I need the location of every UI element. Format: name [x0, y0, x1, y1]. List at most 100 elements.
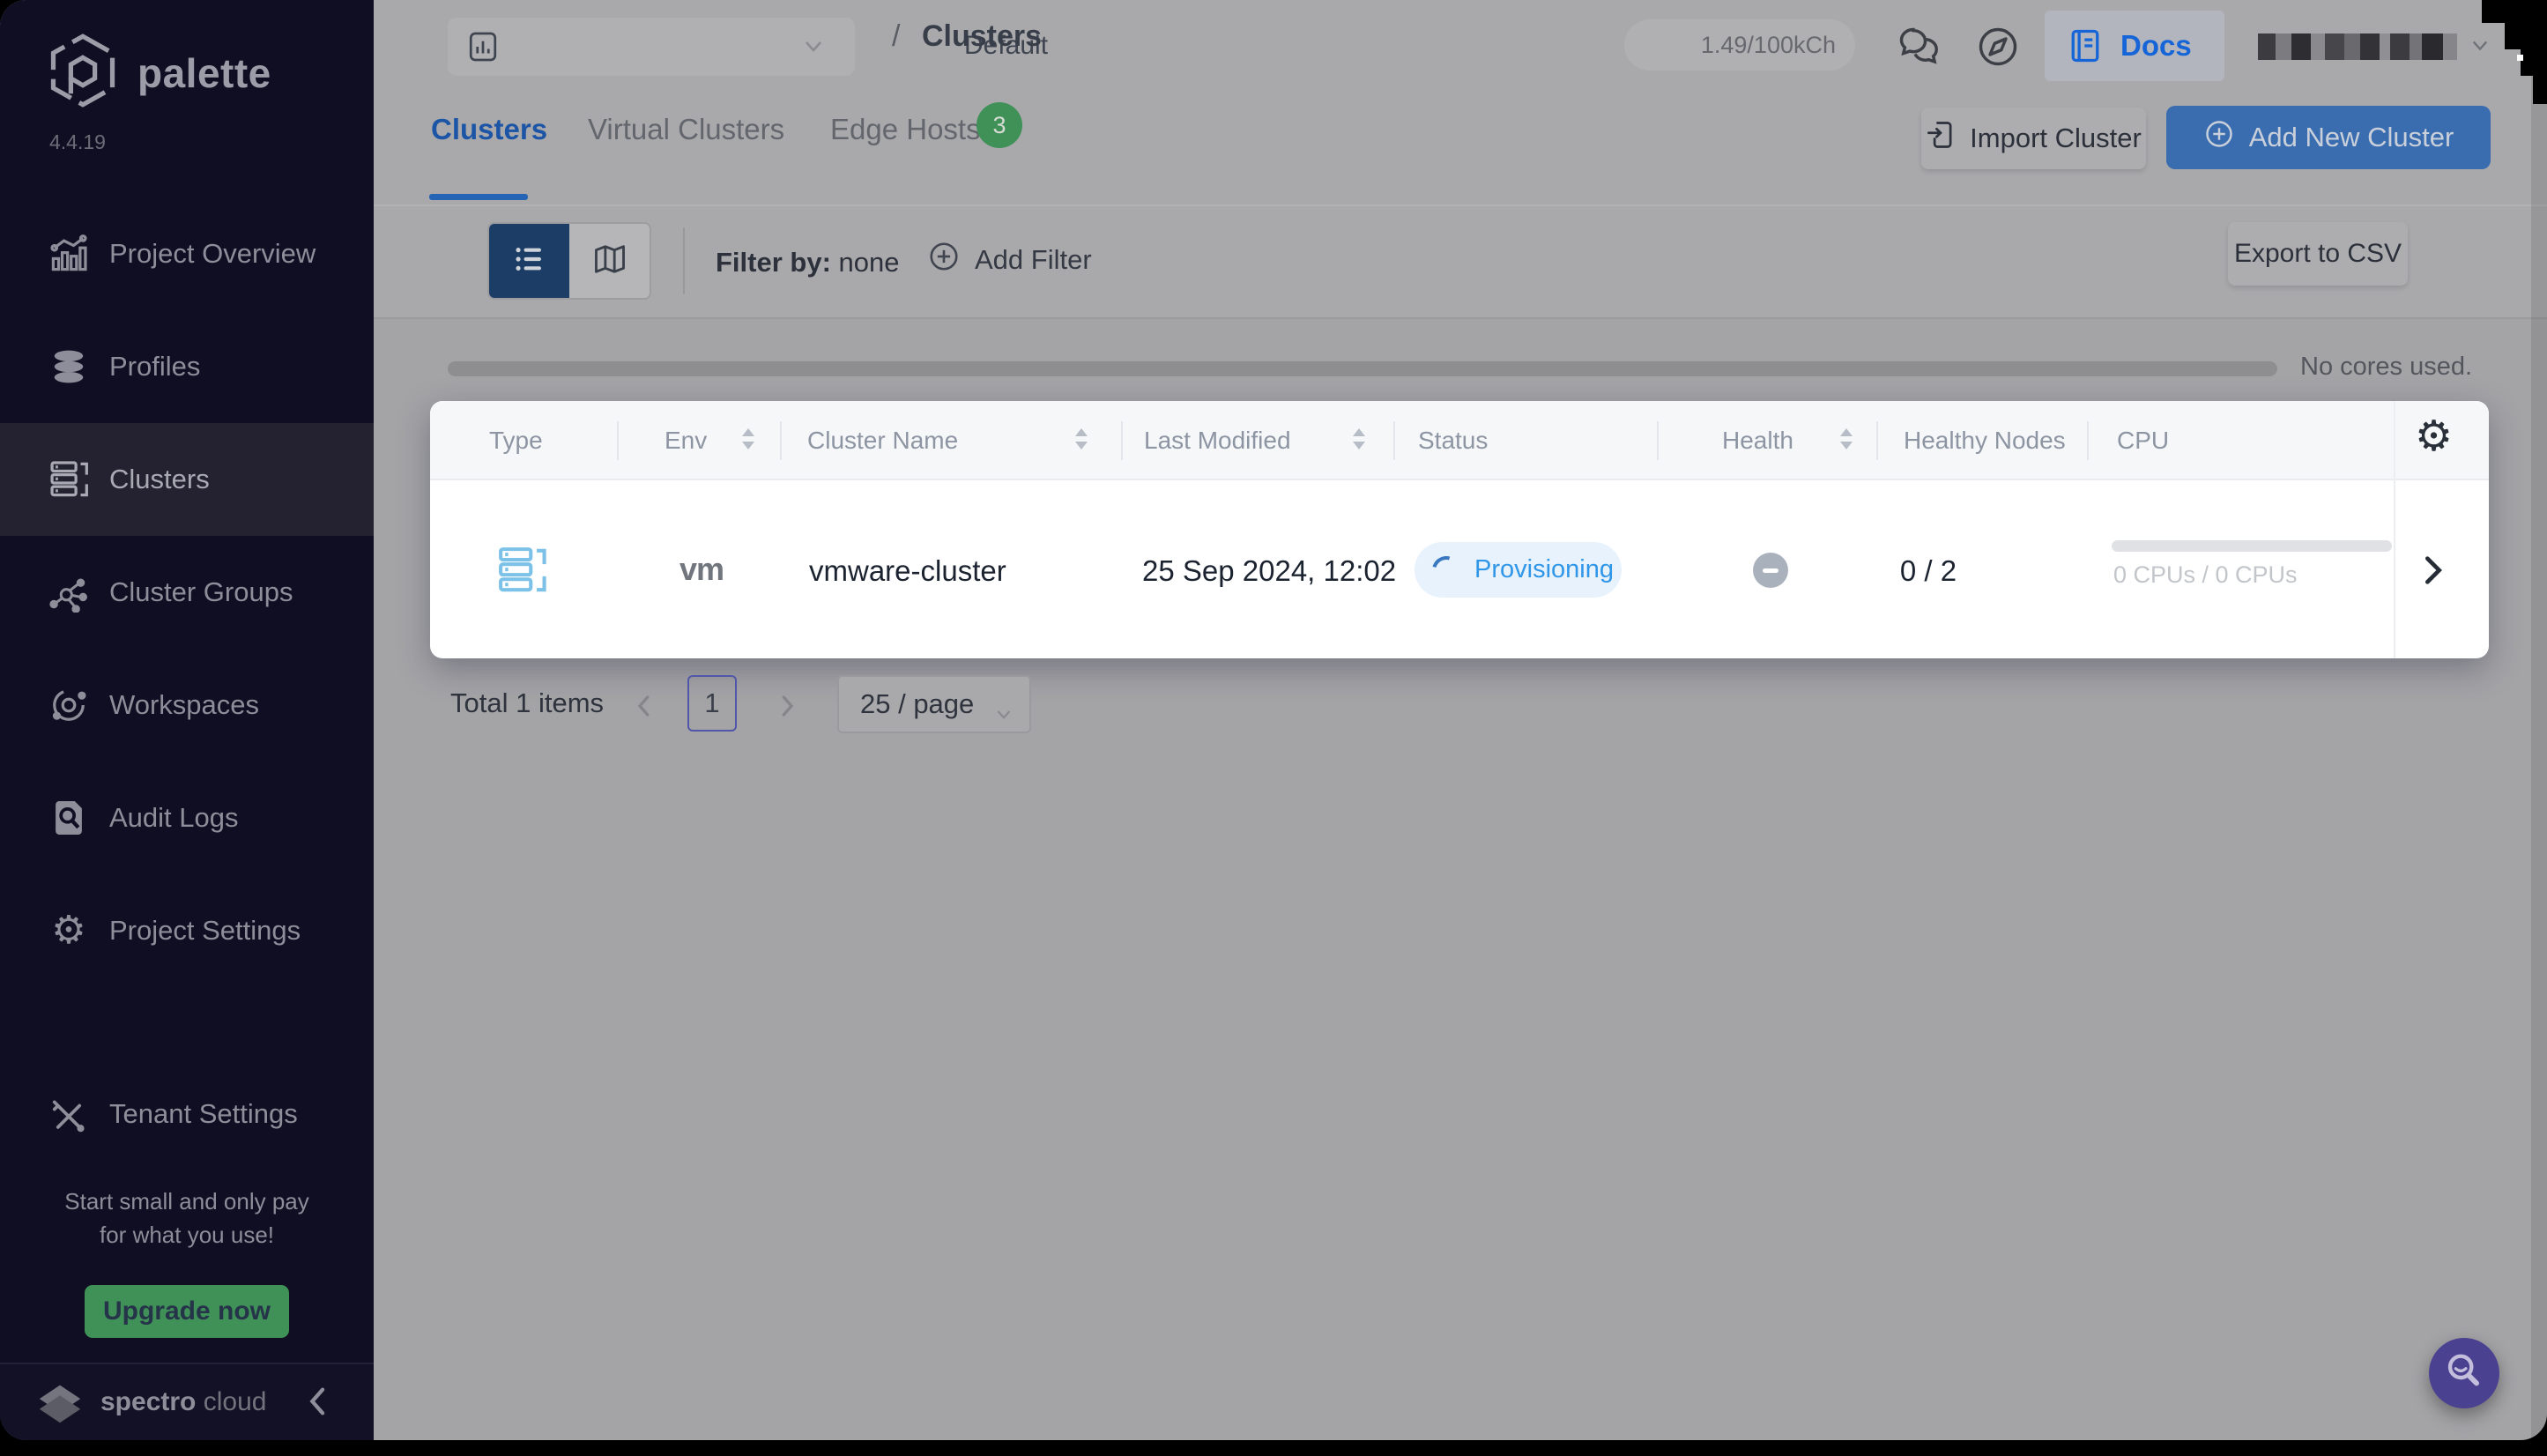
- pagination-total: Total 1 items: [450, 687, 604, 719]
- column-header-type[interactable]: Type: [489, 401, 543, 480]
- add-new-cluster-label: Add New Cluster: [2249, 122, 2454, 153]
- promo-text-line2: for what you use!: [0, 1222, 374, 1249]
- map-view-button[interactable]: [569, 224, 650, 298]
- nodes-icon: [48, 571, 90, 613]
- breadcrumb-separator: /: [892, 19, 900, 54]
- sort-icon[interactable]: [1075, 428, 1088, 449]
- user-name-redacted[interactable]: [2258, 33, 2457, 60]
- healthy-nodes-value: 0 / 2: [1840, 554, 2016, 588]
- list-icon: [510, 240, 549, 283]
- column-header-env[interactable]: Env: [665, 401, 707, 480]
- sort-icon[interactable]: [1353, 428, 1365, 449]
- row-expand-chevron-icon[interactable]: [2418, 553, 2448, 592]
- chevron-down-icon: [992, 698, 1015, 730]
- plus-circle-icon: [927, 240, 961, 280]
- sort-icon[interactable]: [1840, 428, 1853, 449]
- sidebar-item-project-overview[interactable]: Project Overview: [0, 197, 374, 310]
- sidebar-item-tenant-settings[interactable]: Tenant Settings: [0, 1058, 374, 1170]
- compass-icon[interactable]: [1974, 23, 2022, 75]
- usage-badge: 1.49/100kCh: [1624, 19, 1855, 71]
- table-header: Type Env Cluster Name Last Modified Stat…: [430, 401, 2489, 480]
- tools-icon: [48, 1093, 90, 1135]
- layers-icon: [48, 345, 90, 388]
- filter-by-text: Filter by: none: [716, 247, 900, 279]
- cpu-usage-label: 0 CPUs / 0 CPUs: [2113, 561, 2298, 589]
- column-header-health[interactable]: Health: [1722, 401, 1793, 480]
- cluster-name[interactable]: vmware-cluster: [809, 554, 1006, 588]
- sidebar-item-label: Tenant Settings: [109, 1098, 298, 1130]
- pagination-page-1[interactable]: 1: [687, 675, 737, 732]
- chat-icon[interactable]: [1895, 23, 1942, 75]
- sidebar-item-profiles[interactable]: Profiles: [0, 310, 374, 423]
- collapse-sidebar-icon[interactable]: [303, 1384, 333, 1423]
- add-filter-button[interactable]: Add Filter: [927, 240, 1092, 280]
- pagination-prev-icon[interactable]: [633, 693, 656, 724]
- app-version: 4.4.19: [49, 130, 106, 154]
- window-edge-shade: [2531, 0, 2547, 1440]
- add-filter-label: Add Filter: [975, 244, 1092, 276]
- sidebar-item-clusters[interactable]: Clusters: [0, 423, 374, 536]
- corner-artifact: [2505, 23, 2547, 49]
- import-cluster-button[interactable]: Import Cluster: [1921, 108, 2146, 169]
- sidebar-item-workspaces[interactable]: Workspaces: [0, 649, 374, 761]
- project-selector[interactable]: Default: [448, 18, 855, 76]
- search-fab-button[interactable]: [2429, 1338, 2499, 1408]
- sidebar-item-audit-logs[interactable]: Audit Logs: [0, 761, 374, 874]
- tab-edge-hosts[interactable]: Edge Hosts: [830, 113, 981, 146]
- user-menu-chevron-icon[interactable]: [2468, 37, 2492, 59]
- spectro-cloud-logo: [32, 1377, 88, 1432]
- column-header-cluster-name[interactable]: Cluster Name: [807, 401, 958, 480]
- clusters-table: Type Env Cluster Name Last Modified Stat…: [430, 401, 2489, 658]
- cpu-usage-bar: [2112, 540, 2392, 552]
- tab-virtual-clusters[interactable]: Virtual Clusters: [588, 113, 784, 146]
- upgrade-now-button[interactable]: Upgrade now: [85, 1285, 289, 1338]
- palette-logo-icon: [44, 32, 122, 114]
- cores-usage-label: No cores used.: [2300, 353, 2472, 382]
- docs-label: Docs: [2120, 29, 2192, 63]
- corner-artifact: [2521, 49, 2547, 76]
- add-new-cluster-button[interactable]: Add New Cluster: [2166, 106, 2491, 169]
- table-settings-gear-icon[interactable]: ⚙: [2415, 416, 2453, 458]
- sidebar-item-label: Clusters: [109, 464, 210, 495]
- import-cluster-label: Import Cluster: [1970, 123, 2142, 154]
- page-size-value: 25 / page: [860, 688, 974, 720]
- settings-column-divider: [2394, 401, 2395, 658]
- corner-artifact: [2533, 76, 2547, 104]
- column-divider: [1393, 421, 1395, 460]
- column-header-status[interactable]: Status: [1418, 401, 1488, 480]
- list-view-button[interactable]: [489, 224, 569, 298]
- tab-clusters[interactable]: Clusters: [431, 113, 547, 146]
- edge-hosts-count-badge: 3: [976, 102, 1022, 148]
- clusters-icon: [48, 458, 90, 501]
- view-toggle: [487, 222, 651, 300]
- column-divider: [1657, 421, 1659, 460]
- sort-icon[interactable]: [742, 428, 754, 449]
- chart-icon: [48, 233, 90, 275]
- column-header-cpu[interactable]: CPU: [2117, 401, 2169, 480]
- plus-circle-icon: [2203, 118, 2235, 157]
- column-divider: [1121, 421, 1123, 460]
- chevron-down-icon: [800, 37, 827, 61]
- docs-button[interactable]: Docs: [2045, 11, 2224, 81]
- export-to-csv-button[interactable]: Export to CSV: [2228, 222, 2408, 286]
- project-scope-icon: [465, 29, 501, 69]
- active-tab-underline: [429, 194, 528, 200]
- pagination-next-icon[interactable]: [776, 693, 798, 724]
- sidebar-footer: spectro cloud: [0, 1363, 374, 1440]
- tabs-divider: [374, 204, 2547, 206]
- brand-text: spectro cloud: [100, 1387, 266, 1417]
- column-divider: [1876, 421, 1878, 460]
- sidebar: palette 4.4.19 Project Overview Profi: [0, 0, 374, 1440]
- gear-icon: ⚙: [48, 910, 90, 952]
- book-icon: [2066, 26, 2105, 70]
- sidebar-item-project-settings[interactable]: ⚙ Project Settings: [0, 874, 374, 987]
- page-size-select[interactable]: 25 / page: [837, 675, 1031, 733]
- vmware-env-logo: vm: [679, 551, 724, 588]
- column-header-last-modified[interactable]: Last Modified: [1144, 401, 1291, 480]
- sidebar-item-cluster-groups[interactable]: Cluster Groups: [0, 536, 374, 649]
- column-header-healthy-nodes[interactable]: Healthy Nodes: [1904, 401, 2066, 480]
- corner-artifact-dot: [2517, 55, 2523, 61]
- status-label: Provisioning: [1474, 555, 1614, 584]
- toolbar-bottom-divider: [374, 317, 2547, 319]
- last-modified: 25 Sep 2024, 12:02: [1142, 554, 1396, 588]
